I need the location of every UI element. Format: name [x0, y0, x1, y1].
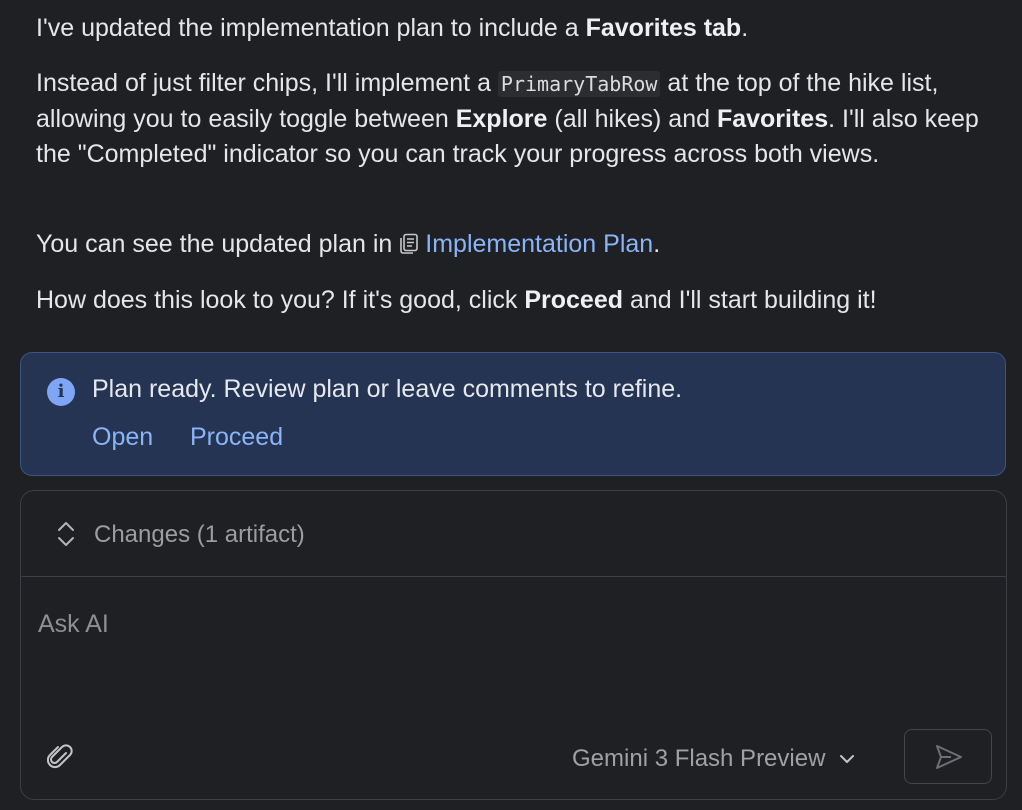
bold-text: Favorites tab: [585, 14, 742, 42]
chevron-down-icon: [839, 743, 855, 771]
changes-header[interactable]: Changes (1 artifact): [21, 491, 1006, 577]
inline-code: PrimaryTabRow: [497, 71, 661, 97]
model-selector[interactable]: Gemini 3 Flash Preview: [572, 743, 855, 773]
paragraph-text: and I'll start building it!: [623, 286, 877, 314]
paragraph-text: (all hikes) and: [547, 105, 717, 133]
bold-text: Explore: [455, 105, 548, 133]
message-paragraph-2: Instead of just filter chips, I'll imple…: [36, 66, 996, 172]
info-icon: i: [47, 378, 75, 406]
send-button[interactable]: [904, 729, 992, 784]
expand-collapse-icon[interactable]: [55, 519, 77, 554]
bold-text: Favorites: [716, 105, 829, 133]
paragraph-text: .: [653, 230, 661, 258]
changes-label: Changes (1 artifact): [94, 521, 305, 548]
paragraph-text: I've updated the implementation plan to …: [36, 14, 586, 42]
paragraph-text: How does this look to you? If it's good,…: [36, 286, 525, 314]
open-button[interactable]: Open: [92, 423, 153, 452]
paragraph-text: Instead of just filter chips, I'll imple…: [36, 69, 498, 97]
bold-text: Proceed: [524, 286, 624, 314]
banner-message: Plan ready. Review plan or leave comment…: [92, 375, 683, 403]
message-paragraph-1: I've updated the implementation plan to …: [36, 11, 748, 46]
paragraph-text: You can see the updated plan in: [36, 230, 400, 258]
paragraph-text: .: [741, 14, 749, 42]
paperclip-icon[interactable]: [46, 741, 73, 776]
ask-ai-input[interactable]: [36, 609, 940, 640]
message-paragraph-4: How does this look to you? If it's good,…: [36, 283, 877, 318]
plan-ready-banner: i Plan ready. Review plan or leave comme…: [20, 352, 1006, 476]
proceed-button[interactable]: Proceed: [190, 423, 283, 452]
model-label: Gemini 3 Flash Preview: [572, 745, 826, 772]
message-paragraph-3: You can see the updated plan in Implemen…: [36, 227, 660, 265]
document-icon: [399, 230, 419, 265]
composer-panel: Changes (1 artifact) Gemini 3 Flash Prev…: [20, 490, 1007, 800]
implementation-plan-link[interactable]: Implementation Plan: [425, 230, 653, 258]
